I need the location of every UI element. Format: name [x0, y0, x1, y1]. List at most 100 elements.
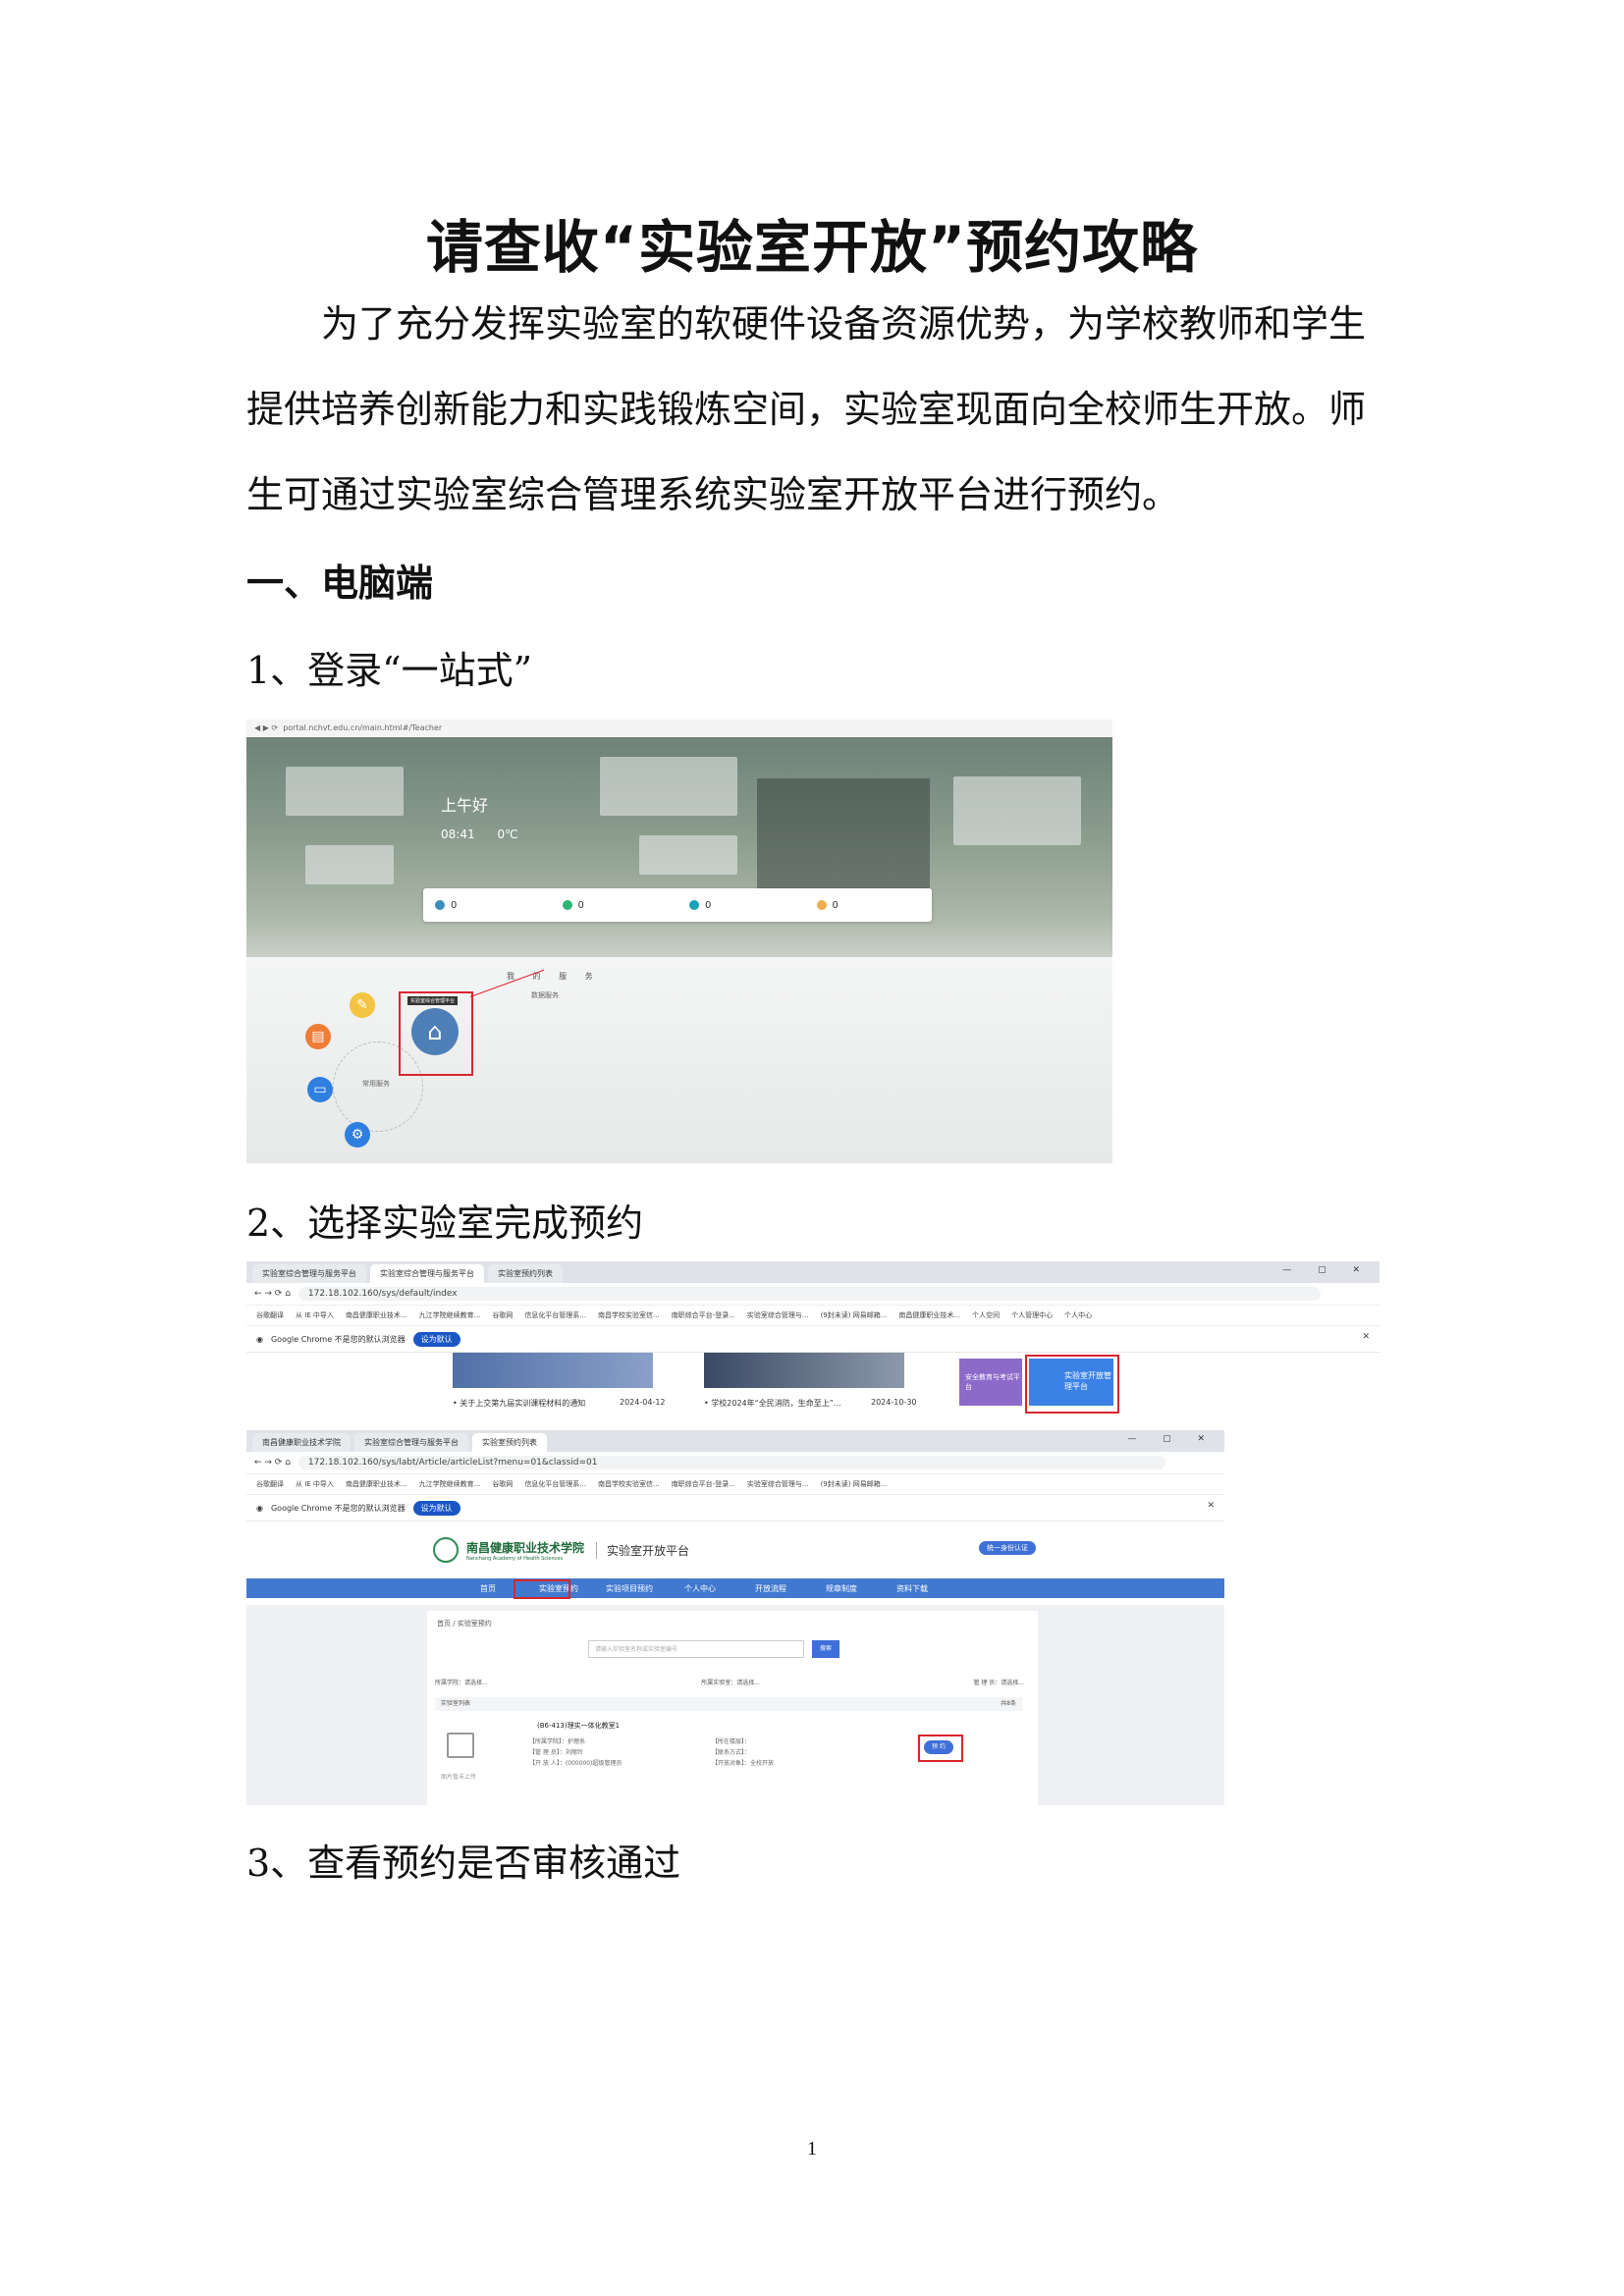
campus-hero: 上午好 08:41 0℃ 0 0 0 0	[246, 737, 1112, 957]
menu-item-downloads[interactable]: 资料下载	[877, 1583, 947, 1594]
stat-card[interactable]: 0	[423, 888, 551, 922]
window-controls[interactable]: — ▢ ✕	[1127, 1434, 1217, 1444]
notice-panel	[757, 778, 930, 902]
main-menu: 首页 实验室预约 实验项目预约 个人中心 开放流程 规章制度 资料下载	[246, 1578, 1224, 1599]
bookmark[interactable]: 信息化平台管理系...	[524, 1310, 586, 1320]
bookmark[interactable]: 从 IE 中导入	[296, 1479, 334, 1489]
room-name[interactable]: (B6-413)理实一体化教室1	[537, 1721, 620, 1731]
browser-tab[interactable]: 实验室综合管理与服务平台	[370, 1264, 484, 1283]
news-item[interactable]: • 关于上交第九届实训课程材料的通知	[453, 1398, 585, 1409]
step-2-heading: 2、选择实验室完成预约	[246, 1201, 644, 1245]
infobar-text: Google Chrome 不是您的默认浏览器	[270, 1503, 406, 1513]
admin-select[interactable]: 管 理 员：请选择...	[973, 1678, 1024, 1686]
stat-card[interactable]: 0	[551, 888, 678, 922]
settings-icon[interactable]: ⚙	[345, 1122, 370, 1148]
url-field[interactable]: 172.18.102.160/sys/labt/Article/articleL…	[298, 1456, 1165, 1469]
bookmark[interactable]: 南职综合平台-登录...	[672, 1310, 735, 1320]
set-default-button[interactable]: 设为默认	[412, 1500, 460, 1516]
portal-screenshot: ◀ ▶ ⟳ portal.nchvt.edu.cn/main.html#/Tea…	[246, 720, 1112, 1163]
school-logo-icon	[433, 1537, 459, 1563]
room-meta-2: 【所在楼层】： 【联系方式】： 【开放对象】：全校开放	[712, 1738, 775, 1767]
set-default-button[interactable]: 设为默认	[412, 1331, 460, 1347]
bookmark[interactable]: 南昌学校实验室信...	[598, 1479, 660, 1489]
bookmark[interactable]: 谷歌翻译	[256, 1479, 284, 1489]
bookmark[interactable]: (9封未读) 网易邮箱...	[821, 1310, 888, 1320]
bookmark[interactable]: 个人空间	[972, 1310, 1000, 1320]
browser-tab[interactable]: 实验室综合管理与服务平台	[354, 1433, 468, 1452]
bookmark[interactable]: 谷歌网	[492, 1310, 513, 1320]
menu-item-personal[interactable]: 个人中心	[665, 1583, 735, 1594]
platform-home-screenshot: 实验室综合管理与服务平台 实验室综合管理与服务平台 实验室预约列表 — ▢ ✕ …	[246, 1261, 1380, 1430]
bookmark[interactable]: 谷歌网	[492, 1479, 513, 1489]
step-1-heading: 1、登录“一站式”	[246, 649, 533, 692]
news-date: 2024-04-12	[620, 1398, 666, 1407]
window-controls[interactable]: — ▢ ✕	[1282, 1265, 1372, 1275]
bookmarks-bar: 谷歌翻译 从 IE 中导入 南昌健康职业技术... 九江学院继续教育... 谷歌…	[246, 1306, 1380, 1326]
page-number: 1	[807, 2138, 817, 2160]
menu-item-project-reservation[interactable]: 实验项目预约	[594, 1583, 665, 1594]
highlight-box	[1025, 1355, 1119, 1414]
breadcrumb[interactable]: 首页 / 实验室预约	[437, 1619, 492, 1629]
close-icon[interactable]: ✕	[1207, 1501, 1215, 1511]
browser-tab[interactable]: 实验室综合管理与服务平台	[252, 1264, 366, 1283]
highlight-box	[399, 991, 473, 1076]
bookmark[interactable]: 实验室综合管理与...	[747, 1310, 809, 1320]
default-browser-infobar: ◉ Google Chrome 不是您的默认浏览器 设为默认 ✕	[246, 1326, 1380, 1353]
bookmark[interactable]: 南昌健康职业技术...	[346, 1479, 407, 1489]
nav-icons[interactable]: ← → ⟳ ⌂	[254, 1458, 291, 1468]
my-services-tabs[interactable]: 我 的 服 务	[507, 971, 601, 982]
data-services-label[interactable]: 数据服务	[531, 990, 559, 1000]
services-area: 我 的 服 务 数据服务 常用服务 ✎ ▤ ▭ ⚙ ⌂ 实验室综合管理平台	[246, 957, 1112, 1163]
browser-tab[interactable]: 南昌健康职业技术学院	[252, 1433, 351, 1452]
browser-bar: ◀ ▶ ⟳ portal.nchvt.edu.cn/main.html#/Tea…	[246, 720, 1112, 738]
laptop-icon[interactable]: ▭	[307, 1077, 333, 1102]
stat-icon	[689, 900, 699, 910]
document-icon[interactable]: ✎	[350, 992, 375, 1018]
bookmark[interactable]: 南昌学校实验室信...	[598, 1310, 660, 1320]
list-count: 共8条	[1001, 1700, 1016, 1707]
close-icon[interactable]: ✕	[1362, 1332, 1370, 1342]
bookmark[interactable]: 谷歌翻译	[256, 1310, 284, 1320]
college-select[interactable]: 所属学院：请选择...	[435, 1678, 488, 1686]
bookmark[interactable]: (9封未读) 网易邮箱...	[821, 1479, 888, 1489]
page-body: 首页 / 实验室预约 请输入实验室名称或实验室编号 搜索 所属学院：请选择...…	[246, 1605, 1224, 1805]
greeting-text: 上午好	[441, 796, 489, 815]
bookmark[interactable]: 九江学院继续教育...	[419, 1310, 481, 1320]
login-button[interactable]: 统一身份认证	[979, 1541, 1036, 1555]
browser-tab[interactable]: 实验室预约列表	[488, 1264, 563, 1283]
browser-tab[interactable]: 实验室预约列表	[472, 1433, 547, 1452]
bookmark[interactable]: 信息化平台管理系...	[524, 1479, 586, 1489]
news-item[interactable]: • 学校2024年“全民消防，生命至上”...	[704, 1398, 841, 1409]
menu-item-rules[interactable]: 规章制度	[806, 1583, 877, 1594]
common-services-label: 常用服务	[362, 1080, 390, 1088]
bookmark[interactable]: 南昌健康职业技术...	[898, 1310, 960, 1320]
section-heading-pc: 一、电脑端	[246, 561, 434, 605]
infobar-text: Google Chrome 不是您的默认浏览器	[270, 1334, 406, 1344]
bookmark[interactable]: 从 IE 中导入	[296, 1310, 334, 1320]
bookmark[interactable]: 个人管理中心	[1011, 1310, 1053, 1320]
stat-icon	[435, 900, 445, 910]
bookmark[interactable]: 个人中心	[1064, 1310, 1092, 1320]
safety-education-tile[interactable]: 安全教育与考试平台	[959, 1359, 1022, 1406]
bookmarks-bar: 谷歌翻译 从 IE 中导入 南昌健康职业技术... 九江学院继续教育... 谷歌…	[246, 1474, 1224, 1495]
bookmark[interactable]: 南职综合平台-登录...	[672, 1479, 735, 1489]
menu-item-process[interactable]: 开放流程	[735, 1583, 806, 1594]
bookmark[interactable]: 实验室综合管理与...	[747, 1479, 809, 1489]
url-field[interactable]: 172.18.102.160/sys/default/index	[298, 1287, 1321, 1301]
stat-card[interactable]: 0	[805, 888, 933, 922]
nav-icons[interactable]: ← → ⟳ ⌂	[254, 1289, 291, 1299]
bookmark[interactable]: 南昌健康职业技术...	[346, 1310, 407, 1320]
document-title: 请查收“实验室开放”预约攻略	[425, 214, 1199, 281]
lab-select[interactable]: 所属实验室：请选择...	[701, 1678, 760, 1686]
stat-card[interactable]: 0	[677, 888, 805, 922]
platform-name: 实验室开放平台	[596, 1541, 689, 1559]
stat-icon	[816, 900, 827, 910]
search-input[interactable]: 请输入实验室名称或实验室编号	[588, 1640, 804, 1658]
intro-line-1: 为了充分发挥实验室的软硬件设备资源优势，为学校教师和学生	[321, 302, 1367, 346]
bookmark[interactable]: 九江学院继续教育...	[419, 1479, 481, 1489]
highlight-box	[918, 1735, 963, 1762]
browser-tabs: 实验室综合管理与服务平台 实验室综合管理与服务平台 实验室预约列表 — ▢ ✕	[246, 1261, 1380, 1283]
site-header: 南昌健康职业技术学院 Nanchang Academy of Health Sc…	[246, 1522, 1224, 1578]
search-button[interactable]: 搜索	[812, 1640, 839, 1658]
app-icon[interactable]: ▤	[305, 1024, 331, 1049]
